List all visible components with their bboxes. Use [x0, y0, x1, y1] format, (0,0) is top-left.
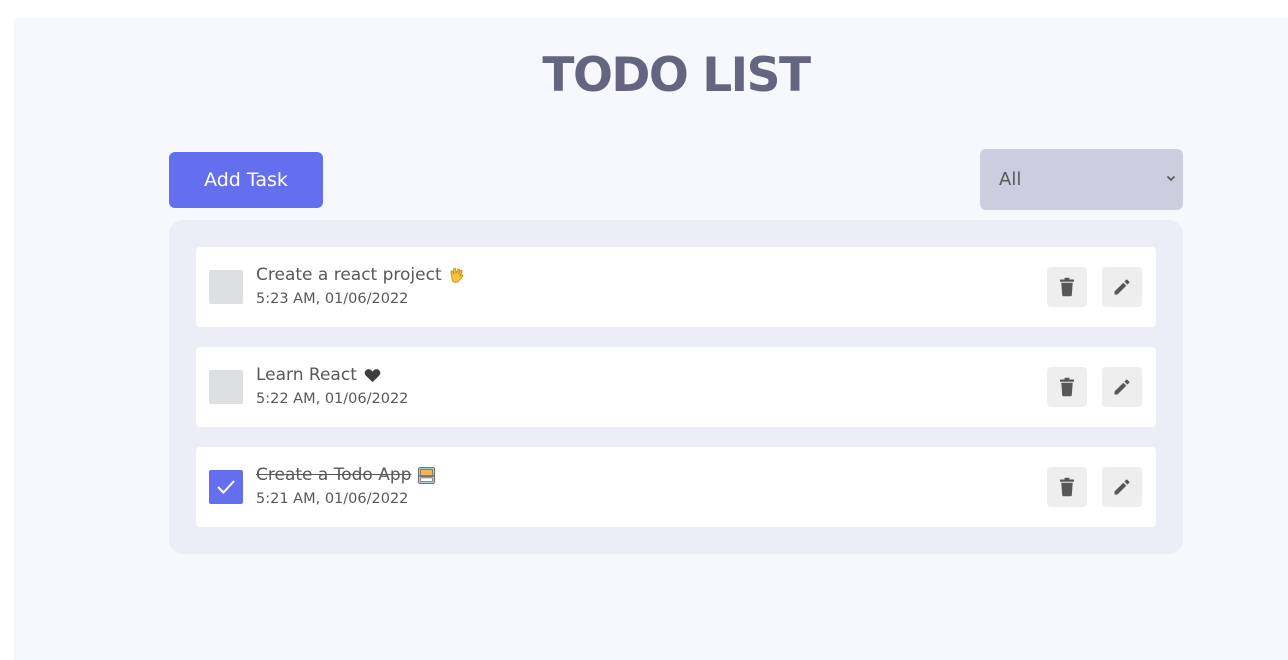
- todo-item: Learn React 5:22 AM, 01/06/2022: [196, 347, 1156, 427]
- computer-icon: [418, 466, 436, 484]
- todo-title: Create a react project: [256, 265, 442, 285]
- todo-title: Create a Todo App: [256, 465, 412, 485]
- page-title: TODO LIST: [542, 48, 811, 103]
- todo-checkbox[interactable]: [209, 370, 243, 404]
- add-task-button[interactable]: Add Task: [169, 152, 323, 208]
- todo-list: Create a react project 5:23 AM, 01/06/20…: [169, 220, 1183, 554]
- trash-icon: [1060, 277, 1074, 297]
- pencil-icon: [1114, 279, 1130, 295]
- pencil-icon: [1114, 479, 1130, 495]
- chevron-down-icon: [1166, 175, 1176, 182]
- checkmark-icon: [217, 480, 235, 494]
- trash-icon: [1060, 477, 1074, 497]
- filter-selected-value: All: [999, 169, 1022, 190]
- todo-time: 5:22 AM, 01/06/2022: [256, 391, 409, 407]
- trash-icon: [1060, 377, 1074, 397]
- edit-button[interactable]: [1102, 267, 1142, 307]
- edit-button[interactable]: [1102, 367, 1142, 407]
- app-container: TODO LIST Add Task All Create a react pr…: [14, 18, 1288, 660]
- vulcan-salute-icon: [450, 267, 463, 283]
- heart-icon: [364, 368, 381, 382]
- delete-button[interactable]: [1047, 467, 1087, 507]
- edit-button[interactable]: [1102, 467, 1142, 507]
- todo-item: Create a Todo App 5:21 AM, 01/06/2022: [196, 447, 1156, 527]
- todo-time: 5:23 AM, 01/06/2022: [256, 291, 409, 307]
- status-filter-select[interactable]: All: [980, 149, 1183, 210]
- pencil-icon: [1114, 379, 1130, 395]
- todo-checkbox[interactable]: [209, 470, 243, 504]
- delete-button[interactable]: [1047, 267, 1087, 307]
- delete-button[interactable]: [1047, 367, 1087, 407]
- todo-time: 5:21 AM, 01/06/2022: [256, 491, 409, 507]
- todo-title: Learn React: [256, 365, 357, 385]
- todo-item: Create a react project 5:23 AM, 01/06/20…: [196, 247, 1156, 327]
- todo-checkbox[interactable]: [209, 270, 243, 304]
